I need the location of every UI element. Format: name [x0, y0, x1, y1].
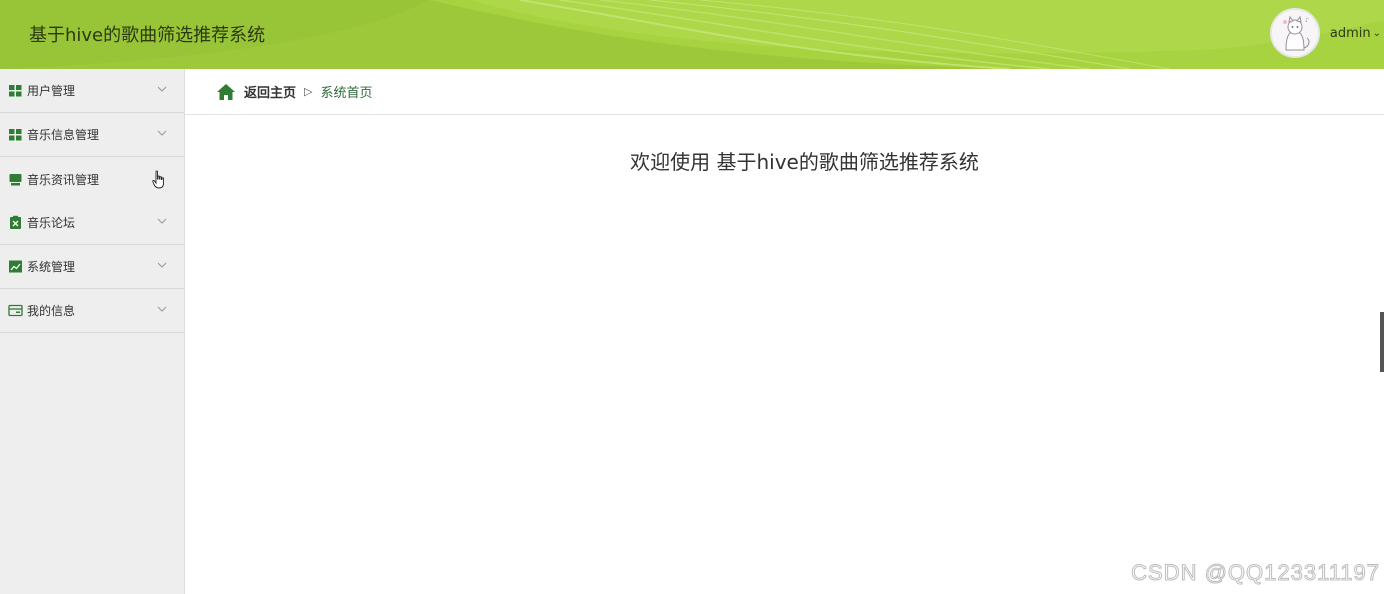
chevron-down-icon[interactable] [156, 83, 168, 95]
sidebar-item-label: 用户管理 [27, 84, 76, 98]
chevron-down-icon[interactable] [156, 259, 168, 271]
svg-text:♪: ♪ [1305, 17, 1309, 24]
sidebar-item-system-management[interactable]: 系统管理 [0, 245, 184, 289]
sidebar-item-my-info[interactable]: 我的信息 [0, 289, 184, 333]
monitor-icon [8, 172, 23, 187]
chevron-down-icon[interactable]: ⌄ [1373, 28, 1381, 39]
sidebar-item-label: 我的信息 [27, 304, 76, 318]
chart-icon [8, 259, 23, 274]
breadcrumb-separator: ▷ [304, 85, 313, 98]
welcome-message: 欢迎使用 基于hive的歌曲筛选推荐系统 [630, 150, 979, 174]
card-icon [8, 303, 23, 318]
sidebar-item-label: 系统管理 [27, 260, 76, 274]
sidebar-item-label: 音乐论坛 [27, 216, 76, 230]
chevron-down-icon[interactable] [156, 303, 168, 315]
avatar[interactable]: ♪ [1269, 8, 1320, 58]
grid-icon [8, 127, 23, 142]
sidebar-item-label: 音乐资讯管理 [27, 172, 100, 187]
breadcrumb: 返回主页 ▷ 系统首页 [185, 69, 1384, 115]
sidebar-item-music-forum[interactable]: 音乐论坛 [0, 201, 184, 245]
hand-cursor-icon [152, 170, 164, 189]
username[interactable]: admin [1330, 26, 1371, 41]
clipboard-icon [8, 215, 23, 230]
home-icon[interactable] [216, 83, 236, 101]
watermark: CSDN @QQ123311197 [1131, 560, 1380, 586]
chevron-down-icon[interactable] [156, 215, 168, 227]
sidebar-item-music-info-management[interactable]: 音乐信息管理 [0, 113, 184, 157]
chevron-down-icon[interactable] [156, 127, 168, 139]
sidebar: 用户管理 音乐信息管理 音乐资讯管理 音乐论坛 系统管理 我的信息 [0, 69, 185, 594]
app-title: 基于hive的歌曲筛选推荐系统 [29, 25, 266, 46]
user-menu[interactable]: ♪ admin ⌄ [1269, 8, 1384, 58]
scrollbar[interactable] [1380, 312, 1384, 372]
breadcrumb-current: 系统首页 [320, 86, 373, 101]
sidebar-item-label: 音乐信息管理 [27, 128, 100, 142]
cat-avatar-icon: ♪ [1271, 10, 1318, 56]
grid-icon [8, 83, 23, 98]
home-link[interactable]: 返回主页 [244, 82, 296, 101]
sidebar-item-user-management[interactable]: 用户管理 [0, 69, 184, 113]
top-header: 基于hive的歌曲筛选推荐系统 ♪ admin ⌄ [0, 0, 1384, 69]
